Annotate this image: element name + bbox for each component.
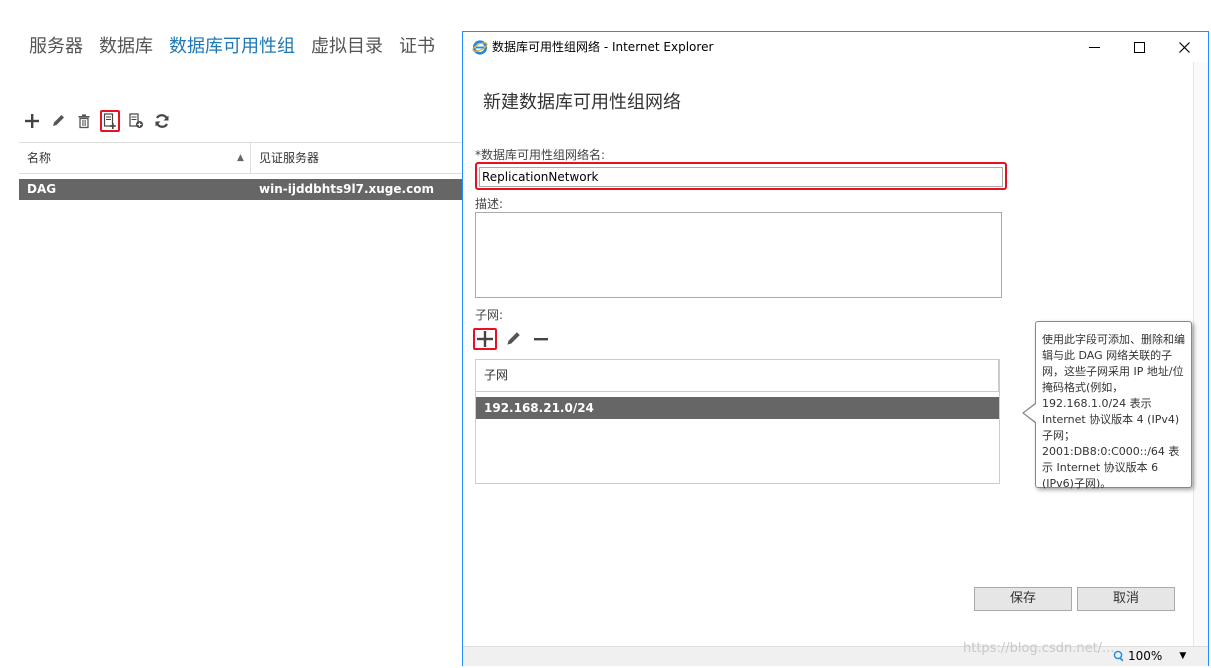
help-text: 使用此字段可添加、删除和编辑与此 DAG 网络关联的子网，这些子网采用 IP 地… [1042, 333, 1185, 490]
window-titlebar[interactable]: 数据库可用性组网络 - Internet Explorer [463, 32, 1208, 62]
row-name: DAG [27, 182, 57, 196]
nav-tab-databases[interactable]: 数据库 [99, 32, 153, 58]
delete-icon[interactable] [74, 110, 94, 132]
subnet-list: 子网 192.168.21.0/24 [475, 359, 1000, 484]
ie-logo-icon [472, 39, 488, 55]
list-item[interactable]: 192.168.21.0/24 [476, 397, 999, 419]
nav-tab-virtual-directories[interactable]: 虚拟目录 [311, 32, 383, 58]
nav-tab-dag[interactable]: 数据库可用性组 [169, 32, 295, 58]
minimize-icon[interactable] [1071, 32, 1117, 62]
close-icon[interactable] [1161, 32, 1207, 62]
column-divider [998, 360, 999, 391]
network-name-highlight [475, 162, 1007, 190]
vertical-scrollbar[interactable] [1193, 62, 1208, 646]
edit-icon[interactable] [48, 110, 68, 132]
description-input[interactable] [475, 212, 1002, 298]
refresh-icon[interactable] [152, 110, 172, 132]
nav-tab-certificates[interactable]: 证书 [399, 32, 435, 58]
subnet-toolbar [473, 328, 553, 350]
zoom-icon [1113, 650, 1124, 662]
subnet-value: 192.168.21.0/24 [484, 401, 594, 415]
dialog-heading: 新建数据库可用性组网络 [483, 92, 681, 113]
table-row[interactable]: DAG win-ijddbhts9l7.xuge.com [19, 179, 463, 200]
save-button[interactable]: 保存 [974, 587, 1072, 611]
chevron-down-icon[interactable]: ▼ [1179, 651, 1186, 661]
column-header-witness[interactable]: 见证服务器 [259, 143, 319, 173]
watermark-text: https://blog.csdn.net/... [963, 641, 1115, 656]
top-nav: 服务器 数据库 数据库可用性组 虚拟目录 证书 [29, 32, 435, 58]
ie-dialog-window: 数据库可用性组网络 - Internet Explorer 新建数据库可用性组网… [462, 31, 1209, 666]
window-title: 数据库可用性组网络 - Internet Explorer [492, 40, 714, 54]
network-name-label: *数据库可用性组网络名: [475, 148, 606, 162]
subnet-label: 子网: [475, 308, 504, 322]
column-header-name[interactable]: 名称 [27, 143, 251, 173]
description-label: 描述: [475, 197, 504, 211]
add-subnet-icon[interactable] [473, 328, 497, 350]
cancel-button[interactable]: 取消 [1077, 587, 1175, 611]
dag-toolbar [22, 110, 172, 132]
dag-grid-header: 名称 ▲ 见证服务器 [19, 142, 463, 174]
help-callout: 使用此字段可添加、删除和编辑与此 DAG 网络关联的子网，这些子网采用 IP 地… [1035, 321, 1192, 490]
row-witness: win-ijddbhts9l7.xuge.com [259, 182, 434, 196]
nav-tab-servers[interactable]: 服务器 [29, 32, 83, 58]
edit-subnet-icon[interactable] [501, 328, 525, 350]
zoom-level: 100% [1128, 649, 1163, 663]
maximize-icon[interactable] [1116, 32, 1162, 62]
column-header-subnet[interactable]: 子网 [484, 360, 508, 391]
new-network-icon[interactable] [100, 110, 120, 132]
add-server-icon[interactable] [126, 110, 146, 132]
add-icon[interactable] [22, 110, 42, 132]
column-divider [250, 143, 251, 173]
callout-pointer-fill [1024, 404, 1036, 422]
remove-subnet-icon[interactable] [529, 328, 553, 350]
zoom-control[interactable]: 100% ▼ [1113, 649, 1186, 663]
sort-ascending-icon: ▲ [237, 153, 244, 163]
network-name-input[interactable] [479, 167, 1003, 187]
subnet-list-header: 子网 [476, 360, 999, 392]
ie-statusbar: https://blog.csdn.net/... 100% ▼ [463, 641, 1208, 666]
